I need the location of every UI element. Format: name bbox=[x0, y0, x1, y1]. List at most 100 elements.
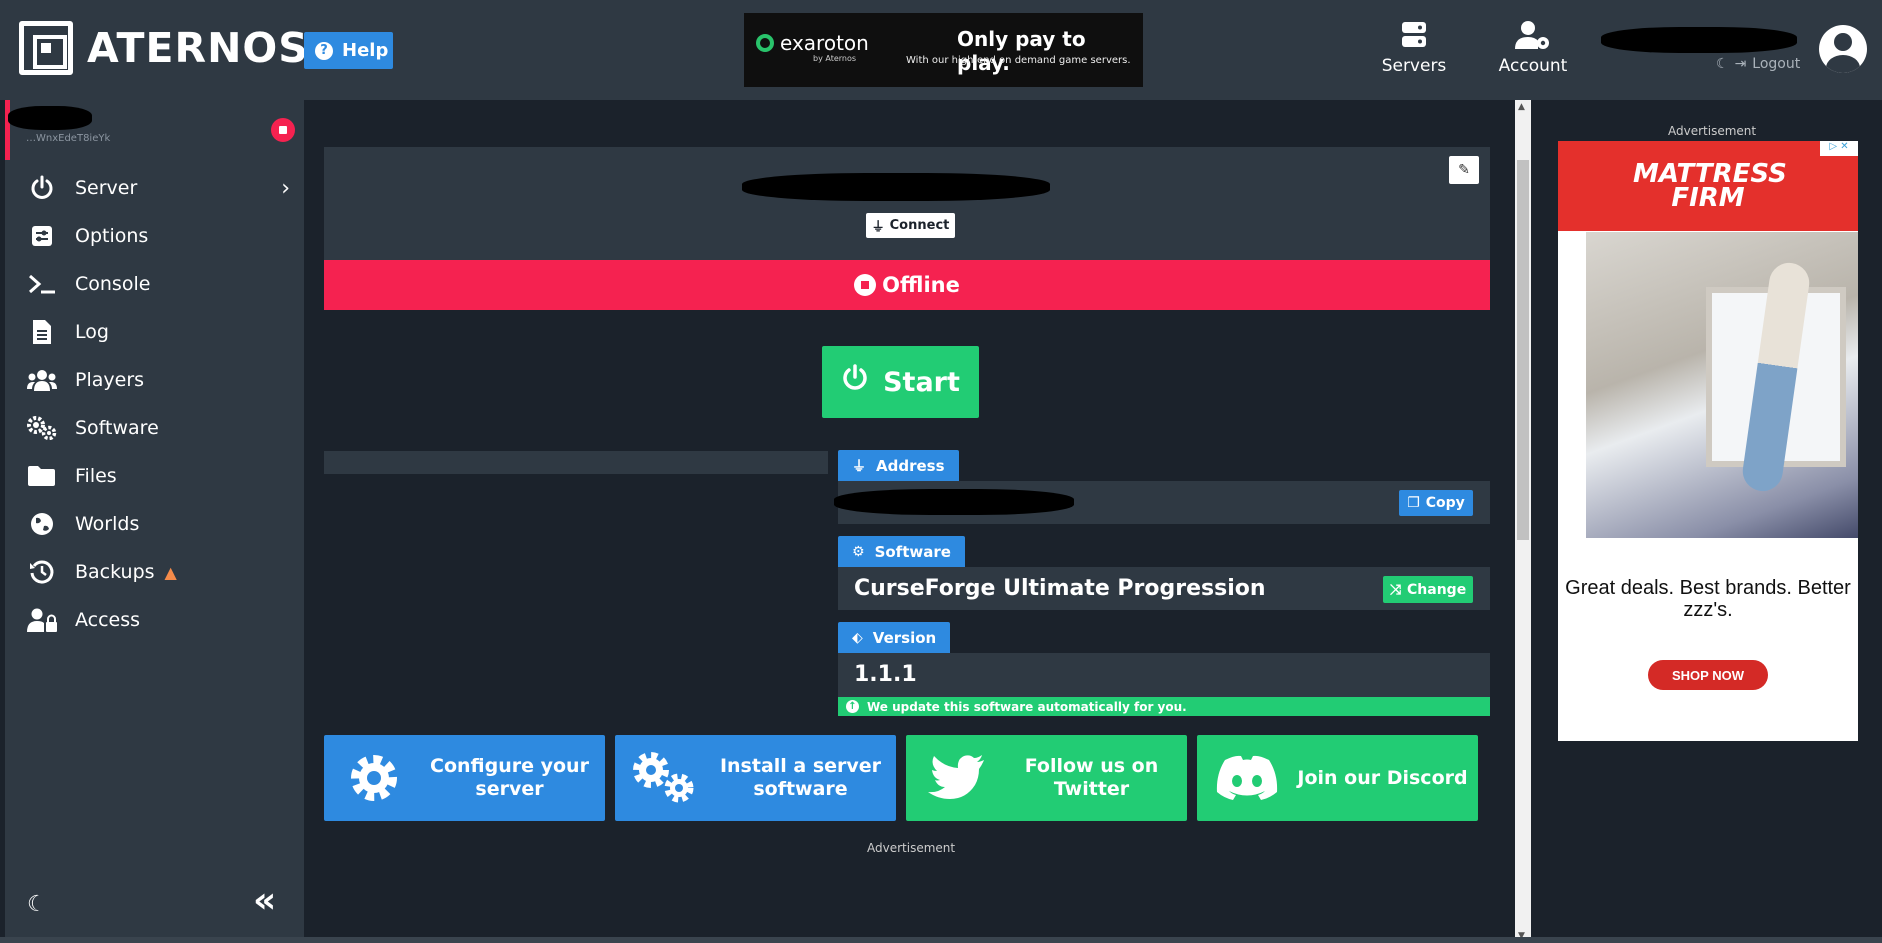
top-banner-ad[interactable]: exaroton by Aternos Only pay to play. Wi… bbox=[744, 13, 1143, 87]
sidebar-item-console[interactable]: Console bbox=[5, 260, 304, 308]
sidebar-item-label: Log bbox=[75, 321, 109, 343]
redacted-server-name bbox=[8, 106, 92, 130]
ad-choices-icon[interactable]: ▷ ✕ bbox=[1820, 141, 1858, 156]
gears-icon bbox=[615, 750, 715, 806]
configure-server-button[interactable]: Configure your server bbox=[324, 735, 605, 821]
sidebar-item-server[interactable]: Server › bbox=[5, 164, 304, 212]
discord-button[interactable]: Join our Discord bbox=[1197, 735, 1478, 821]
address-field bbox=[834, 481, 1490, 524]
sidebar-item-software[interactable]: Software bbox=[5, 404, 304, 452]
twitter-button[interactable]: Follow us on Twitter bbox=[906, 735, 1187, 821]
cta-label: Install a server software bbox=[719, 755, 882, 800]
moon-icon[interactable]: ☾ bbox=[1716, 56, 1729, 72]
sidebar-item-label: Access bbox=[75, 609, 141, 631]
servers-label: Servers bbox=[1381, 56, 1447, 76]
status-bar: Offline bbox=[324, 260, 1490, 310]
copy-button[interactable]: ❐ Copy bbox=[1399, 490, 1473, 516]
install-software-button[interactable]: Install a server software bbox=[615, 735, 896, 821]
dark-mode-toggle-icon[interactable]: ☾ bbox=[27, 892, 47, 917]
logo-text: ATERNOS bbox=[87, 24, 309, 72]
server-id: …WnxEdeT8ieYk bbox=[26, 133, 111, 144]
server-selector[interactable]: …WnxEdeT8ieYk bbox=[5, 100, 304, 160]
main-scrollbar[interactable]: ▲ ▼ bbox=[1515, 100, 1531, 943]
side-banner-ad[interactable]: MATTRESS FIRM Great deals. Best brands. … bbox=[1558, 141, 1858, 741]
shuffle-icon: ⤨ bbox=[1389, 581, 1402, 598]
globe-icon bbox=[27, 510, 57, 538]
twitter-icon bbox=[906, 755, 1006, 801]
connect-button[interactable]: ⏚ Connect bbox=[866, 213, 955, 238]
start-button[interactable]: Start bbox=[822, 346, 979, 418]
start-label: Start bbox=[883, 366, 960, 398]
redacted-address-value bbox=[834, 489, 1074, 515]
sidebar-item-label: Worlds bbox=[75, 513, 140, 535]
right-ad-label: Advertisement bbox=[1668, 124, 1757, 138]
gear-icon bbox=[324, 751, 424, 805]
shop-now-button[interactable]: SHOP NOW bbox=[1648, 660, 1768, 690]
sidebar-item-label: Console bbox=[75, 273, 151, 295]
version-tag-label: Version bbox=[872, 628, 937, 647]
discord-icon bbox=[1197, 754, 1297, 802]
software-tag-label: Software bbox=[874, 542, 951, 561]
aternos-logo-icon bbox=[19, 21, 73, 75]
bottom-ad-label: Advertisement bbox=[867, 841, 956, 855]
stop-status-icon bbox=[271, 118, 295, 142]
auto-update-note: ↑ We update this software automatically … bbox=[838, 697, 1490, 716]
server-info-card bbox=[324, 147, 1490, 260]
version-value: 1.1.1 bbox=[854, 662, 917, 687]
address-tag: ⏚ Address bbox=[838, 450, 959, 481]
pencil-icon: ✎ bbox=[1458, 162, 1470, 178]
sidebar-item-worlds[interactable]: Worlds bbox=[5, 500, 304, 548]
avatar[interactable] bbox=[1819, 25, 1867, 73]
sidebar-menu: Server › Options Console Log Players Sof… bbox=[5, 164, 304, 644]
ad-brand: MATTRESS FIRM bbox=[1633, 159, 1787, 213]
aternos-logo[interactable]: ATERNOS bbox=[19, 21, 309, 75]
cta-label: Configure your server bbox=[430, 755, 589, 800]
sidebar-item-files[interactable]: Files bbox=[5, 452, 304, 500]
collapse-sidebar-icon[interactable]: « bbox=[253, 880, 276, 921]
sidebar-item-label: Files bbox=[75, 465, 117, 487]
ad-subtitle: With our high-end on demand game servers… bbox=[906, 55, 1131, 66]
bottom-scrollbar[interactable] bbox=[0, 937, 1882, 943]
gears-icon: ⚙ bbox=[852, 543, 865, 560]
change-label: Change bbox=[1407, 581, 1467, 598]
nav-servers[interactable]: Servers bbox=[1364, 20, 1464, 76]
change-software-button[interactable]: ⤨ Change bbox=[1383, 576, 1473, 603]
warning-icon: ▲ bbox=[164, 562, 177, 582]
connect-label: Connect bbox=[889, 218, 950, 233]
stop-circle-icon bbox=[854, 274, 877, 296]
sidebar-item-label: Software bbox=[75, 417, 159, 439]
history-icon bbox=[27, 558, 57, 586]
sidebar: …WnxEdeT8ieYk Server › Options Console L… bbox=[5, 100, 304, 943]
sidebar-item-access[interactable]: Access bbox=[5, 596, 304, 644]
sidebar-item-label: Players bbox=[75, 369, 145, 391]
software-value: CurseForge Ultimate Progression bbox=[854, 576, 1266, 601]
edit-button[interactable]: ✎ bbox=[1449, 156, 1479, 184]
exaroton-ring-icon bbox=[756, 34, 774, 52]
folder-icon bbox=[27, 462, 57, 490]
ad-message: Great deals. Best brands. Better zzz's. bbox=[1565, 577, 1851, 621]
sidebar-item-players[interactable]: Players bbox=[5, 356, 304, 404]
auto-update-text: We update this software automatically fo… bbox=[867, 699, 1187, 714]
sidebar-item-label: Options bbox=[75, 225, 149, 247]
tag-icon: ⬖ bbox=[852, 629, 863, 646]
sidebar-item-backups[interactable]: Backups ▲ bbox=[5, 548, 304, 596]
users-icon bbox=[27, 366, 57, 394]
redacted-username bbox=[1601, 27, 1797, 53]
redacted-server-address bbox=[742, 173, 1050, 201]
gears-icon bbox=[27, 414, 57, 442]
nav-account[interactable]: Account bbox=[1483, 20, 1583, 76]
scroll-thumb[interactable] bbox=[1517, 160, 1529, 540]
plug-icon: ⏚ bbox=[852, 458, 866, 475]
copy-icon: ❐ bbox=[1407, 495, 1420, 511]
logout-link[interactable]: Logout bbox=[1752, 56, 1800, 72]
user-links: ☾ ⇥ Logout bbox=[1716, 56, 1800, 72]
cta-label: Follow us on Twitter bbox=[1024, 755, 1159, 800]
left-info-panel bbox=[324, 451, 828, 474]
sidebar-item-log[interactable]: Log bbox=[5, 308, 304, 356]
power-icon bbox=[841, 364, 869, 400]
help-button[interactable]: ? Help bbox=[304, 32, 393, 69]
scroll-up-arrow-icon[interactable]: ▲ bbox=[1518, 102, 1525, 112]
logout-icon: ⇥ bbox=[1734, 56, 1747, 72]
question-icon: ? bbox=[315, 41, 333, 60]
sidebar-item-options[interactable]: Options bbox=[5, 212, 304, 260]
